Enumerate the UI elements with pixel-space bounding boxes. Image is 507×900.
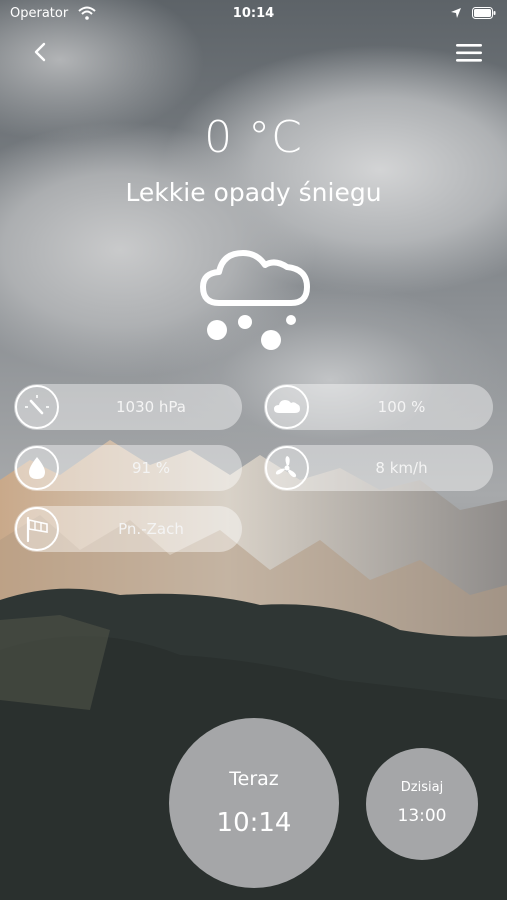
wind-direction-pill: Pn.-Zach	[14, 506, 242, 552]
today-label: Dzisiaj	[400, 780, 444, 795]
today-button[interactable]: Dzisiaj 13:00	[366, 748, 478, 860]
now-button[interactable]: Teraz 10:14	[169, 718, 339, 888]
wind-direction-value: Pn.-Zach	[118, 520, 184, 538]
today-time: 13:00	[397, 806, 447, 826]
back-chevron-icon[interactable]	[30, 40, 52, 64]
pressure-pill: 1030 hPa	[14, 384, 242, 430]
wind-speed-pill: 8 km/h	[264, 445, 493, 491]
windsock-icon	[15, 507, 59, 551]
status-time: 10:14	[232, 6, 275, 21]
now-label: Teraz	[229, 768, 279, 790]
pressure-gauge-icon	[15, 385, 59, 429]
weather-condition: Lekkie opady śniegu	[125, 178, 382, 207]
pressure-value: 1030 hPa	[115, 398, 186, 416]
snow-cloud-icon	[200, 250, 310, 350]
hamburger-menu-icon[interactable]	[455, 42, 483, 64]
humidity-value: 91 %	[131, 459, 171, 477]
water-drop-icon	[15, 446, 59, 490]
battery-icon	[472, 7, 496, 19]
cloudiness-pill: 100 %	[264, 384, 493, 430]
fan-icon	[265, 446, 309, 490]
cloud-icon	[265, 385, 309, 429]
temperature-value: 0 °C	[204, 112, 303, 163]
cloudiness-value: 100 %	[377, 398, 426, 416]
status-bar: Operator 10:14	[0, 0, 507, 28]
humidity-pill: 91 %	[14, 445, 242, 491]
wind-speed-value: 8 km/h	[375, 459, 428, 477]
location-arrow-icon	[451, 8, 461, 18]
now-time: 10:14	[216, 808, 292, 838]
